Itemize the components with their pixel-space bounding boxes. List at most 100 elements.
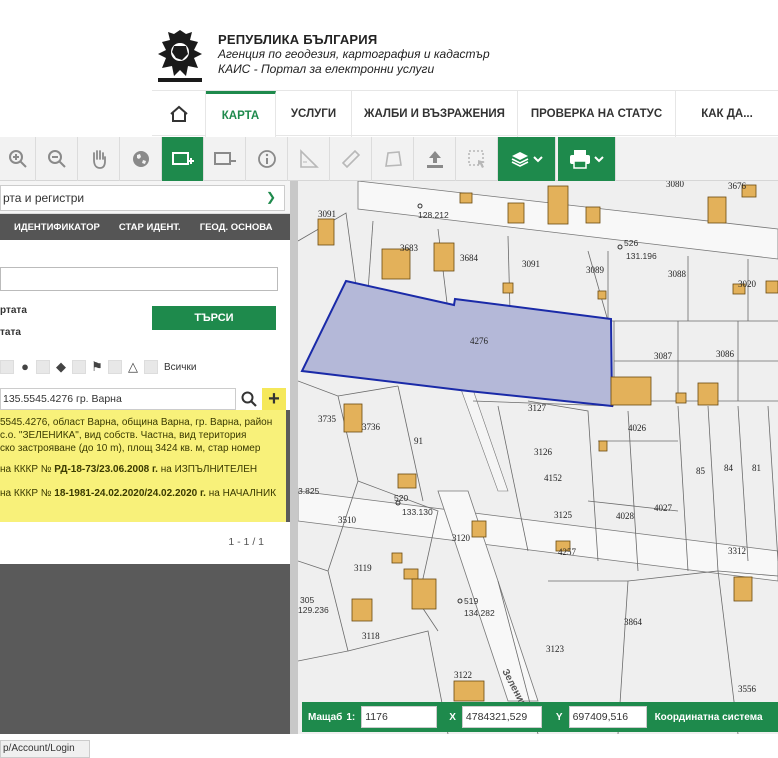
scale-input[interactable]: 1176	[361, 706, 438, 728]
filter-checkbox[interactable]	[36, 360, 50, 374]
point-elevation: 131.196	[626, 251, 657, 261]
y-coordinate-field[interactable]: 697409,516	[568, 706, 647, 728]
zoom-to-result-button[interactable]	[238, 388, 260, 410]
zoom-in-icon	[8, 150, 27, 168]
point-id: 519	[464, 596, 478, 606]
polygon-measure-icon	[384, 151, 402, 167]
point-id: 520	[394, 493, 408, 503]
parcel-label: 3091	[318, 209, 336, 219]
scale-label: Мащаб	[308, 711, 343, 723]
print-icon	[569, 150, 604, 169]
panel-empty-area	[0, 564, 290, 734]
parcel-label: 3080	[666, 181, 685, 189]
order-line-1: на КККР № РД-18-73/23.06.2008 г. на ИЗПЪ…	[0, 464, 257, 475]
result-line-3: ско застрояване (до 10 m), площ 3424 кв.…	[0, 443, 261, 454]
path	[457, 380, 509, 492]
pan-button[interactable]	[78, 137, 120, 181]
parcel-label: 3127	[528, 403, 547, 413]
ruler-icon	[341, 149, 360, 169]
result-identifier[interactable]: 135.5545.4276 гр. Варна	[0, 388, 236, 410]
filter-checkbox[interactable]	[0, 360, 14, 374]
search-panel: рта и регистри ❯ ИДЕНТИФИКАТОР СТАР ИДЕН…	[0, 181, 290, 734]
brand-portal: КАИС - Портал за електронни услуги	[218, 62, 435, 76]
x-coordinate-field[interactable]: 4784321,529	[461, 706, 542, 728]
zoom-in-button[interactable]	[0, 137, 36, 181]
results-pager: 1 - 1 / 1	[228, 536, 264, 548]
layer-select[interactable]: рта и регистри ❯	[0, 185, 285, 211]
nav-item-services[interactable]: УСЛУГИ	[276, 91, 352, 137]
tab-geodetic-base[interactable]: ГЕОД. ОСНОВА	[186, 214, 278, 240]
x-label: X	[449, 711, 456, 723]
order-line-2: на КККР № 18-1981-24.02.2020/24.02.2020 …	[0, 488, 276, 499]
coordinate-system-label[interactable]: Координатна система	[655, 712, 763, 723]
point-id: 526	[624, 238, 638, 248]
selection-button[interactable]	[456, 137, 498, 181]
y-label: Y	[555, 711, 563, 723]
order-2-prefix: на КККР №	[0, 488, 52, 499]
nav-item-map[interactable]: КАРТА	[206, 91, 276, 137]
parcel-label: 3089	[586, 265, 605, 275]
panel-splitter[interactable]	[290, 181, 298, 734]
parcel-label: 3119	[354, 563, 372, 573]
parcel-label: 3510	[338, 515, 357, 525]
parcel-label: 3683	[400, 243, 419, 253]
info-button[interactable]	[246, 137, 288, 181]
parcel-label: 4152	[544, 473, 562, 483]
layer-select-row: рта и регистри ❯	[0, 181, 290, 214]
object-type-filters: ● ◆ ⚑ △ Всички	[0, 354, 290, 380]
parcel-label: 3684	[460, 253, 479, 263]
chevron-down-icon: ❯	[265, 190, 276, 204]
search-option-1[interactable]: ртата	[0, 305, 27, 316]
filter-checkbox[interactable]	[108, 360, 122, 374]
layers-filter-icon: ◆	[56, 359, 66, 374]
parcel-label: 3126	[534, 447, 553, 457]
filter-checkbox[interactable]	[72, 360, 86, 374]
upload-button[interactable]	[414, 137, 456, 181]
parcel-label: 3118	[362, 631, 380, 641]
scale-prefix: 1:	[346, 711, 356, 723]
search-tabs: ИДЕНТИФИКАТОР СТАР ИДЕНТ. ГЕОД. ОСНОВА	[0, 214, 290, 240]
filter-checkbox-all[interactable]	[144, 360, 158, 374]
parcel-label: 3125	[554, 510, 573, 520]
measure-tool-button[interactable]	[288, 137, 330, 181]
site-header: РЕПУБЛИКА БЪЛГАРИЯ Агенция по геодезия, …	[0, 0, 778, 88]
order-2-number: 18-1981-24.02.2020/24.02.2020 г.	[54, 488, 206, 499]
tab-identifier[interactable]: ИДЕНТИФИКАТОР	[0, 214, 105, 240]
parcel-label: 4028	[616, 511, 635, 521]
pan-hand-icon	[92, 150, 106, 169]
zoom-out-button[interactable]	[36, 137, 78, 181]
map-canvas[interactable]: 3080 3676 3091 3683 3684 3091 3089 3088 …	[298, 181, 778, 734]
full-extent-button[interactable]	[120, 137, 162, 181]
nav-item-status-check[interactable]: ПРОВЕРКА НА СТАТУС	[518, 91, 676, 137]
nav-item-complaints[interactable]: ЖАЛБИ И ВЪЗРАЖЕНИЯ	[352, 91, 518, 137]
result-line-1: 5545.4276, област Варна, община Варна, г…	[0, 417, 273, 428]
add-result-button[interactable]: +	[262, 388, 286, 410]
polygon-icon: △	[128, 359, 138, 374]
point-elevation: 128.212	[418, 210, 449, 220]
cadastral-map[interactable]: 3080 3676 3091 3683 3684 3091 3089 3088 …	[298, 181, 778, 734]
point-elevation: 133.130	[402, 507, 433, 517]
layer-select-value: рта и регистри	[3, 191, 85, 205]
nav-item-how-to[interactable]: КАК ДА...	[676, 91, 778, 137]
tab-old-identifier[interactable]: СТАР ИДЕНТ.	[105, 214, 186, 240]
polygon-measure-button[interactable]	[372, 137, 414, 181]
search-button[interactable]: ТЪРСИ	[152, 306, 276, 330]
selection-icon	[467, 150, 485, 168]
result-line-2: с.о. "ЗЕЛЕНИКА", вид собств. Частна, вид…	[0, 430, 247, 441]
home-button[interactable]	[152, 91, 206, 137]
parcel-label: 91	[414, 436, 423, 446]
filter-all-label: Всички	[164, 361, 197, 373]
ruler-button[interactable]	[330, 137, 372, 181]
map-toolbar	[0, 137, 778, 181]
select-area-button[interactable]	[204, 137, 246, 181]
search-option-2[interactable]: тата	[0, 327, 21, 338]
parcel-label: 85	[696, 466, 706, 476]
layers-button[interactable]	[498, 137, 556, 181]
select-rectangle-button[interactable]	[162, 137, 204, 181]
brand-text: РЕПУБЛИКА БЪЛГАРИЯ Агенция по геодезия, …	[218, 32, 490, 77]
selected-parcel-4276[interactable]	[300, 279, 614, 408]
point-elevation: 3.825	[298, 486, 320, 496]
print-button[interactable]	[558, 137, 616, 181]
search-input[interactable]	[0, 267, 278, 291]
result-details: 5545.4276, област Варна, община Варна, г…	[0, 410, 286, 522]
